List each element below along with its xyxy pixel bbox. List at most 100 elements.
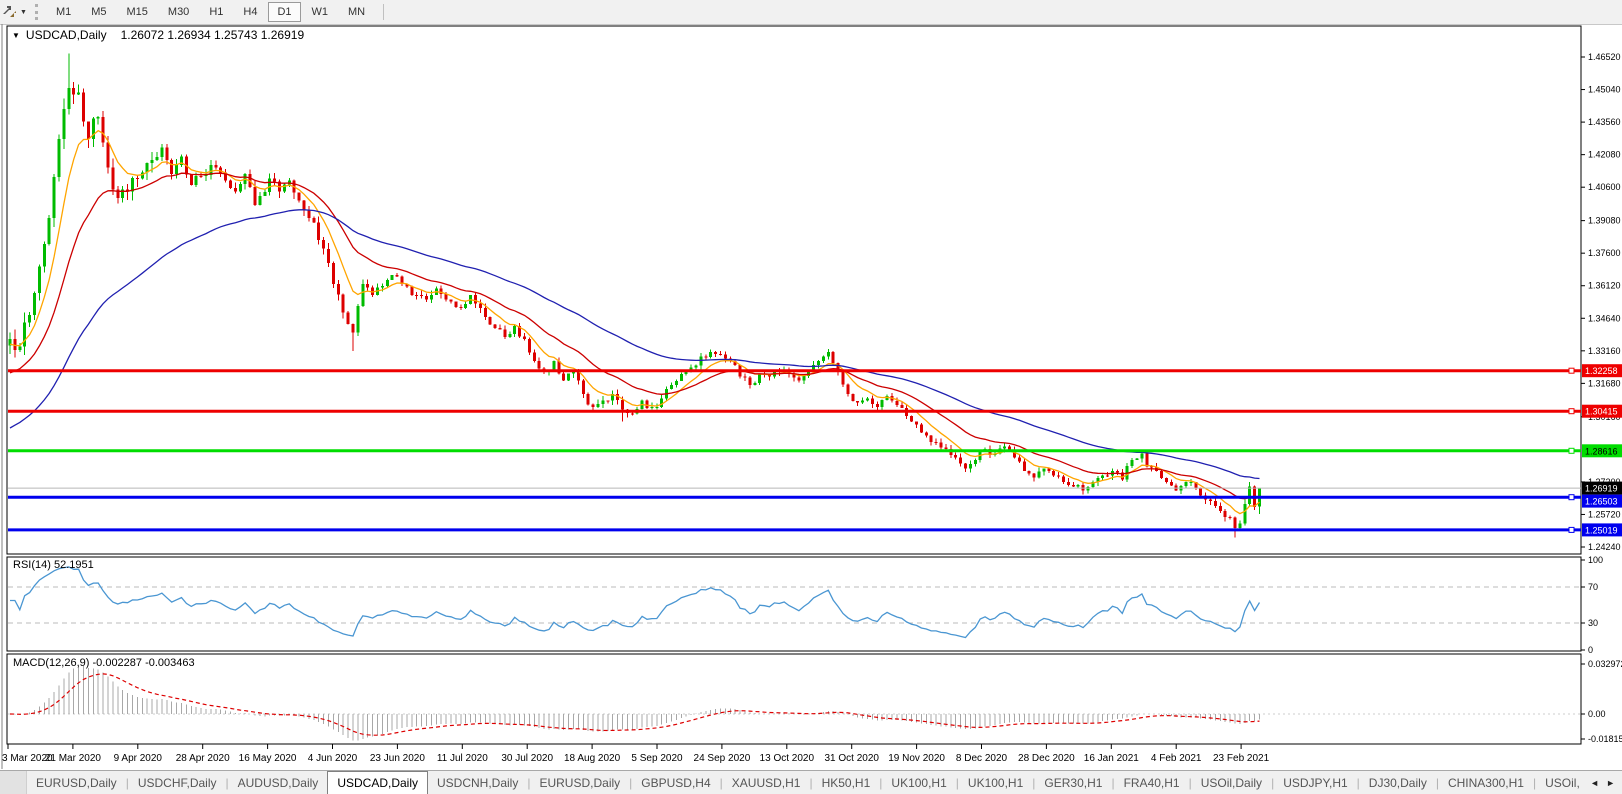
tab-scroll-right-icon[interactable]: ►	[1606, 778, 1615, 788]
hline-handle[interactable]	[1569, 527, 1574, 532]
macd-label: MACD(12,26,9)	[13, 657, 89, 669]
svg-text:9 Apr 2020: 9 Apr 2020	[114, 753, 163, 764]
tab-usoil[interactable]: USOil,	[1536, 771, 1583, 794]
svg-text:1.36120: 1.36120	[1588, 281, 1621, 291]
macd-values: -0.002287 -0.003463	[92, 657, 194, 669]
svg-text:1.26919: 1.26919	[1585, 484, 1618, 494]
tab-china300-h1[interactable]: CHINA300,H1	[1439, 771, 1533, 794]
chart-collapse-icon[interactable]: ▼	[12, 31, 20, 40]
svg-text:1.40600: 1.40600	[1588, 182, 1621, 192]
timeframe-button-m1[interactable]: M1	[47, 2, 80, 22]
rsi-line	[10, 567, 1260, 638]
horizontal-lines-layer	[8, 368, 1581, 532]
timeframe-button-h4[interactable]: H4	[234, 2, 266, 22]
svg-text:70: 70	[1588, 582, 1598, 592]
svg-text:18 Aug 2020: 18 Aug 2020	[564, 753, 621, 764]
svg-text:1.34640: 1.34640	[1588, 313, 1621, 323]
symbol-tabs: EURUSD,Daily|USDCHF,Daily|AUDUSD,DailyUS…	[27, 771, 1583, 794]
toolbar-grip-handle[interactable]	[35, 4, 38, 20]
macd-signal-line	[10, 674, 1260, 735]
rsi-value: 52.1951	[54, 559, 94, 571]
svg-text:13 Oct 2020: 13 Oct 2020	[760, 753, 815, 764]
svg-text:4 Jun 2020: 4 Jun 2020	[308, 753, 358, 764]
svg-text:28 Dec 2020: 28 Dec 2020	[1018, 753, 1075, 764]
tab-uk100-h1[interactable]: UK100,H1	[882, 771, 955, 794]
timeframe-button-mn[interactable]: MN	[339, 2, 374, 22]
hline-handle[interactable]	[1569, 368, 1574, 373]
ma-line-fast	[10, 131, 1260, 514]
toolbar-divider	[383, 4, 384, 20]
svg-text:1.26503: 1.26503	[1585, 497, 1618, 507]
svg-text:28 Apr 2020: 28 Apr 2020	[176, 753, 230, 764]
svg-text:19 Nov 2020: 19 Nov 2020	[888, 753, 945, 764]
tab-usdchf-daily[interactable]: USDCHF,Daily	[129, 771, 226, 794]
main-panel-border	[7, 26, 1581, 554]
timeframe-button-m5[interactable]: M5	[82, 2, 115, 22]
timeframe-button-d1[interactable]: D1	[268, 2, 300, 22]
timeframe-button-m30[interactable]: M30	[159, 2, 198, 22]
mt4-window: ▼ M1M5M15M30H1H4D1W1MN ▼ USDCAD,Daily 1.…	[0, 0, 1622, 794]
rsi-label: RSI(14)	[13, 559, 51, 571]
tab-usdjpy-h1[interactable]: USDJPY,H1	[1274, 771, 1356, 794]
tab-usoil-daily[interactable]: USOil,Daily	[1192, 771, 1271, 794]
chart-symbol-label: USDCAD,Daily	[26, 28, 107, 42]
tab-scroll-left-icon[interactable]: ◄	[1590, 778, 1599, 788]
svg-text:1.46520: 1.46520	[1588, 52, 1621, 62]
svg-text:1.32258: 1.32258	[1585, 366, 1618, 376]
svg-text:100: 100	[1588, 555, 1603, 565]
tab-fra40-h1[interactable]: FRA40,H1	[1115, 771, 1189, 794]
svg-text:0.00: 0.00	[1588, 709, 1606, 719]
tab-usdcnh-daily[interactable]: USDCNH,Daily	[428, 771, 527, 794]
svg-text:11 Jul 2020: 11 Jul 2020	[437, 753, 488, 764]
svg-text:0: 0	[1588, 645, 1593, 655]
tab-ger30-h1[interactable]: GER30,H1	[1035, 771, 1111, 794]
timeframe-buttons: M1M5M15M30H1H4D1W1MN	[46, 2, 375, 22]
svg-text:0.032972: 0.032972	[1588, 659, 1622, 669]
hline-handle[interactable]	[1569, 409, 1574, 414]
svg-text:23 Jun 2020: 23 Jun 2020	[370, 753, 425, 764]
timeframe-toolbar: ▼ M1M5M15M30H1H4D1W1MN	[0, 0, 1622, 25]
ma-line-slow	[10, 210, 1260, 479]
svg-text:1.28616: 1.28616	[1585, 446, 1618, 456]
tab-eurusd-daily[interactable]: EURUSD,Daily	[530, 771, 629, 794]
hline-handle[interactable]	[1569, 495, 1574, 500]
tab-hk50-h1[interactable]: HK50,H1	[813, 771, 880, 794]
svg-text:1.43560: 1.43560	[1588, 117, 1621, 127]
tab-usdcad-daily[interactable]: USDCAD,Daily	[327, 771, 428, 794]
svg-text:1.37600: 1.37600	[1588, 248, 1621, 258]
svg-text:31 Oct 2020: 31 Oct 2020	[824, 753, 879, 764]
price-chart-canvas[interactable]: 1.46520 1.45040 1.43560 1.42080 1.40600 1.390…	[0, 24, 1622, 770]
tab-audusd-daily[interactable]: AUDUSD,Daily	[229, 771, 328, 794]
price-axis	[1581, 57, 1585, 547]
svg-text:1.25720: 1.25720	[1588, 509, 1621, 519]
tab-uk100-h1[interactable]: UK100,H1	[959, 771, 1032, 794]
svg-text:16 Jan 2021: 16 Jan 2021	[1084, 753, 1139, 764]
svg-text:30: 30	[1588, 618, 1598, 628]
svg-text:4 Feb 2021: 4 Feb 2021	[1151, 753, 1202, 764]
svg-text:23 Feb 2021: 23 Feb 2021	[1213, 753, 1270, 764]
svg-text:1.42080: 1.42080	[1588, 150, 1621, 160]
svg-text:24 Sep 2020: 24 Sep 2020	[694, 753, 751, 764]
macd-label-row: MACD(12,26,9) -0.002287 -0.003463	[13, 657, 195, 669]
timeframe-button-h1[interactable]: H1	[200, 2, 232, 22]
timeframe-button-m15[interactable]: M15	[118, 2, 157, 22]
tab-scroll-arrows: ◄ ►	[1583, 771, 1622, 794]
rsi-label-row: RSI(14) 52.1951	[13, 559, 94, 571]
chevron-down-icon[interactable]: ▼	[20, 9, 27, 16]
tab-dj30-daily[interactable]: DJ30,Daily	[1360, 771, 1436, 794]
svg-text:16 May 2020: 16 May 2020	[239, 753, 297, 764]
tab-gbpusd-h4[interactable]: GBPUSD,H4	[632, 771, 719, 794]
svg-text:5 Sep 2020: 5 Sep 2020	[631, 753, 683, 764]
date-axis	[8, 744, 1241, 749]
timeframe-button-w1[interactable]: W1	[303, 2, 338, 22]
hline-handle[interactable]	[1569, 448, 1574, 453]
tab-xauusd-h1[interactable]: XAUUSD,H1	[723, 771, 810, 794]
tabbar-corner	[0, 771, 27, 794]
chart-tools-icon[interactable]	[2, 4, 18, 20]
svg-text:1.39080: 1.39080	[1588, 216, 1621, 226]
tab-eurusd-daily[interactable]: EURUSD,Daily	[27, 771, 126, 794]
svg-text:1.33160: 1.33160	[1588, 346, 1621, 356]
svg-text:1.45040: 1.45040	[1588, 85, 1621, 95]
candles-layer	[9, 54, 1262, 538]
svg-text:1.25019: 1.25019	[1585, 525, 1618, 535]
